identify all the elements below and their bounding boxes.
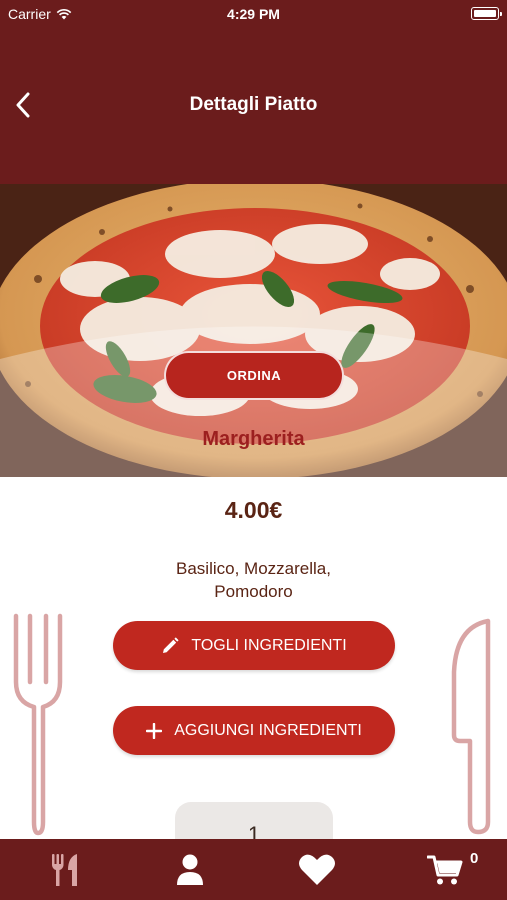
- heart-icon: [299, 854, 335, 885]
- cart-icon: [427, 855, 463, 884]
- tab-bar: [0, 839, 507, 900]
- tab-profile[interactable]: [150, 839, 230, 900]
- fork-icon: [13, 613, 63, 836]
- status-time: 4:29 PM: [227, 6, 280, 22]
- knife-icon: [451, 618, 491, 835]
- dish-price: 4.00€: [224, 497, 283, 523]
- tab-favorites[interactable]: [277, 839, 357, 900]
- pencil-icon: [161, 636, 179, 655]
- add-ingredients-label: AGGIUNGI INGREDIENTI: [174, 721, 362, 739]
- ingredients-list: Basilico, Mozzarella, Pomodoro: [176, 559, 331, 601]
- nav-bar: Dettagli Piatto: [0, 80, 507, 130]
- tab-cart[interactable]: [405, 839, 485, 900]
- battery-icon: [471, 7, 502, 20]
- status-bar: Carrier 4:29 PM: [0, 0, 507, 28]
- remove-ingredients-label: TOGLI INGREDIENTI: [191, 636, 347, 654]
- add-ingredients-button[interactable]: AGGIUNGI INGREDIENTI: [113, 706, 395, 755]
- dish-name: Margherita: [202, 428, 305, 450]
- tab-menu[interactable]: [25, 839, 105, 900]
- quantity-field[interactable]: 1: [175, 802, 333, 847]
- plus-icon: [146, 722, 163, 739]
- header: Carrier 4:29 PM Dettagli Piatto: [0, 0, 507, 184]
- cart-count-badge: 0: [470, 850, 479, 867]
- order-button[interactable]: ORDINA: [164, 351, 344, 400]
- fork-knife-icon: [52, 853, 77, 886]
- user-icon: [177, 854, 203, 885]
- page-title: Dettagli Piatto: [189, 94, 318, 115]
- remove-ingredients-button[interactable]: TOGLI INGREDIENTI: [113, 621, 395, 670]
